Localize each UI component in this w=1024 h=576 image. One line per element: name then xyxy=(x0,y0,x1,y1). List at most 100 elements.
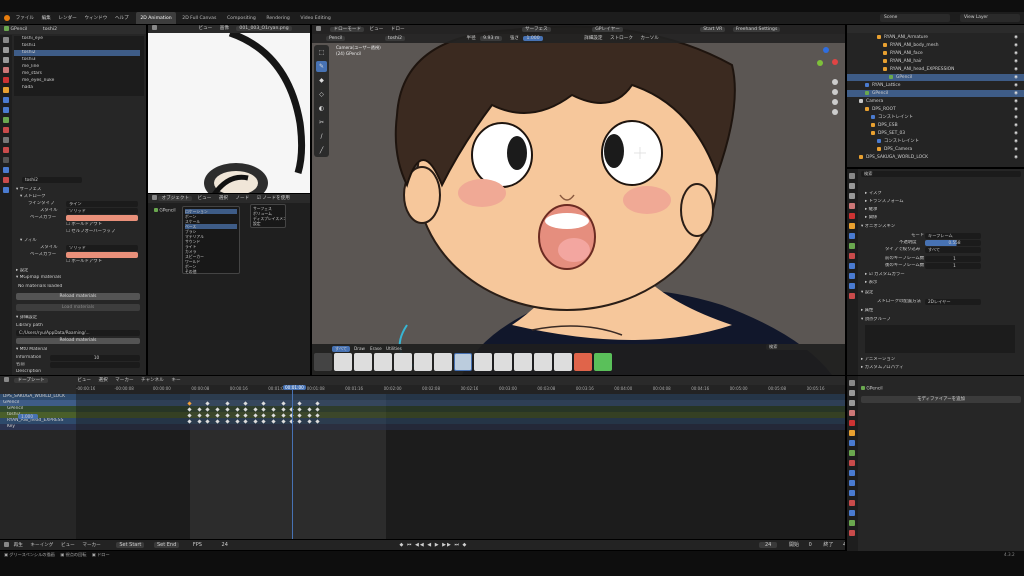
layer-item[interactable]: toshi3 xyxy=(14,57,140,63)
fill-holdout-checkbox[interactable]: ☐ ホールドアウト xyxy=(66,259,102,265)
viewport-view-menu[interactable]: ビュー xyxy=(370,25,384,34)
navigation-gizmo[interactable] xyxy=(812,47,840,75)
brush-thumb[interactable] xyxy=(394,353,412,371)
outliner-item[interactable]: DPS_SAKUGA_WORLD_LOCK ◉ xyxy=(847,154,1024,161)
outliner-item[interactable]: RYAN_ANI_hair ◉ xyxy=(847,58,1024,65)
fill-section[interactable]: ▾ フィル xyxy=(20,238,37,244)
playback-controls[interactable]: ◆ ⏮ ◀◀ ◀ ▶ ▶▶ ⏭ ◆ xyxy=(400,542,468,548)
start-vr-button[interactable]: Start VR xyxy=(700,27,726,32)
set-end-button[interactable]: Set End xyxy=(153,542,180,548)
stroke-menu[interactable]: ストローク xyxy=(610,36,633,41)
fill-tool-icon[interactable]: ◆ xyxy=(316,75,327,86)
onion-skin-panel[interactable]: ▾ オニオンスキン xyxy=(861,224,895,230)
layer-item[interactable]: hada xyxy=(14,85,140,91)
brush-thumb[interactable] xyxy=(314,353,332,371)
workspace-tab-video-editing[interactable]: Video Editing xyxy=(296,12,334,24)
outliner-item[interactable]: GPencil ◉ xyxy=(847,74,1024,81)
playback-menu[interactable]: 再生 xyxy=(14,541,23,550)
brush-thumb[interactable] xyxy=(554,353,572,371)
current-frame-field[interactable]: 24 xyxy=(758,542,778,548)
blender-logo-icon[interactable] xyxy=(4,14,10,21)
editor-type-icon[interactable] xyxy=(4,377,9,382)
properties-search-input[interactable]: 検索 xyxy=(861,171,1021,177)
channel-row[interactable]: Key xyxy=(0,424,76,430)
holdout-checkbox[interactable]: ☐ ホールドアウト xyxy=(66,222,102,228)
ds-channel-menu[interactable]: チャンネル xyxy=(141,376,164,385)
layer-selector[interactable]: toshi2 xyxy=(384,36,406,41)
current-frame-indicator[interactable]: 00:01:00 xyxy=(283,385,306,390)
palette-section[interactable]: ▾ 詳細設定 xyxy=(16,315,37,321)
image-view-menu[interactable]: ビュー xyxy=(198,25,212,33)
timeline-marker-menu[interactable]: マーカー xyxy=(82,541,100,550)
effects-tab-icon[interactable] xyxy=(3,187,9,193)
constraint-tab-icon[interactable] xyxy=(849,273,855,279)
opacity-slider[interactable]: 0.558 xyxy=(925,240,981,246)
world-tab-icon[interactable] xyxy=(849,213,855,219)
outliner-item[interactable]: Camera ◉ xyxy=(847,98,1024,105)
brush-thumb[interactable] xyxy=(354,353,372,371)
settings-panel[interactable]: ▾ 設定 xyxy=(861,290,873,296)
use-nodes-checkbox[interactable]: ☑ ノードを使用 xyxy=(257,196,290,201)
visibility-icon[interactable]: ◉ xyxy=(1014,106,1018,113)
visibility-icon[interactable]: ◉ xyxy=(1014,154,1018,161)
freehand-settings-button[interactable]: Freehand Settings xyxy=(732,27,781,32)
outliner-item[interactable]: RYAN_ANI_head_EXPRESSION ◉ xyxy=(847,66,1024,73)
vertex-group-list[interactable] xyxy=(865,325,1015,353)
render-tab-icon[interactable] xyxy=(849,390,855,396)
pan-icon[interactable] xyxy=(832,89,838,95)
visibility-icon[interactable]: ◉ xyxy=(1014,98,1018,105)
playhead-line[interactable] xyxy=(292,385,293,539)
brush-tab-all[interactable]: すべて xyxy=(332,346,351,352)
brush-tab-utilities[interactable]: Utilities xyxy=(386,346,402,351)
tint-tool-icon[interactable]: ◐ xyxy=(316,103,327,114)
brush-thumb[interactable] xyxy=(374,353,392,371)
visibility-icon[interactable]: ◉ xyxy=(1014,58,1018,65)
output-tab-icon[interactable] xyxy=(3,57,9,63)
filter-type-select[interactable]: すべて xyxy=(925,247,981,253)
visibility-icon[interactable]: ◉ xyxy=(1014,146,1018,153)
eyedropper-tool-icon[interactable]: / xyxy=(316,131,327,142)
material-tab-icon[interactable] xyxy=(3,127,9,133)
constraint-tab-icon[interactable] xyxy=(3,107,9,113)
visibility-icon[interactable]: ◉ xyxy=(1014,122,1018,129)
menu-edit[interactable]: 編集 xyxy=(42,13,51,24)
editor-type-icon[interactable] xyxy=(4,542,9,547)
material-tab-icon[interactable] xyxy=(849,253,855,259)
stroke-depth-select[interactable]: 2Dレイヤー xyxy=(925,299,981,305)
layer-item[interactable]: me_line xyxy=(14,64,140,70)
modifier-tab-icon[interactable] xyxy=(3,97,9,103)
surface-select[interactable]: サーフェス xyxy=(522,27,551,32)
layer-item[interactable]: toshi_eye xyxy=(14,36,140,42)
output-tab-icon[interactable] xyxy=(849,400,855,406)
menu-file[interactable]: ファイル xyxy=(16,13,34,24)
texture-tab-icon[interactable] xyxy=(3,147,9,153)
layer-item[interactable]: toshi1 xyxy=(14,43,140,49)
output-tab-icon[interactable] xyxy=(849,193,855,199)
custom-colors-panel[interactable]: ▸ ☑ カスタムカラー xyxy=(865,272,905,278)
fill-style-select[interactable]: ソリッド xyxy=(66,245,138,251)
workspace-tab-2d-animation[interactable]: 2D Animation xyxy=(136,12,176,24)
image-image-menu[interactable]: 画像 xyxy=(220,25,229,33)
particles-tab-icon[interactable] xyxy=(3,157,9,163)
scene-tab-icon[interactable] xyxy=(849,410,855,416)
keyframes-before-field[interactable]: 1 xyxy=(925,256,981,262)
custom-properties-panel[interactable]: ▸ カスタムプロパティ xyxy=(861,365,904,371)
stroke-section[interactable]: ▾ ストローク xyxy=(20,194,46,200)
gp-material-tab-icon[interactable] xyxy=(3,177,9,183)
outliner-item[interactable]: DPS_ROOT ◉ xyxy=(847,106,1024,113)
visibility-icon[interactable]: ◉ xyxy=(1014,130,1018,137)
surface-section[interactable]: ▾ サーフェス xyxy=(16,187,41,193)
scene-selector[interactable]: Scene xyxy=(880,14,950,22)
name-field[interactable] xyxy=(50,362,140,368)
brush-thumb[interactable] xyxy=(534,353,552,371)
base-color-swatch[interactable] xyxy=(66,215,138,221)
keying-menu[interactable]: キーイング xyxy=(30,541,53,550)
brush-thumb[interactable] xyxy=(474,353,492,371)
brush-thumb[interactable] xyxy=(414,353,432,371)
layer-name-field[interactable]: toshi2 xyxy=(22,177,82,183)
object-tab-icon[interactable] xyxy=(3,87,9,93)
reload-materials-button[interactable]: Reload materials xyxy=(16,293,140,300)
erase-tool-icon[interactable]: ◇ xyxy=(316,89,327,100)
ds-marker-menu[interactable]: マーカー xyxy=(115,376,133,385)
display-panel[interactable]: ▸ 表示 xyxy=(865,280,877,286)
